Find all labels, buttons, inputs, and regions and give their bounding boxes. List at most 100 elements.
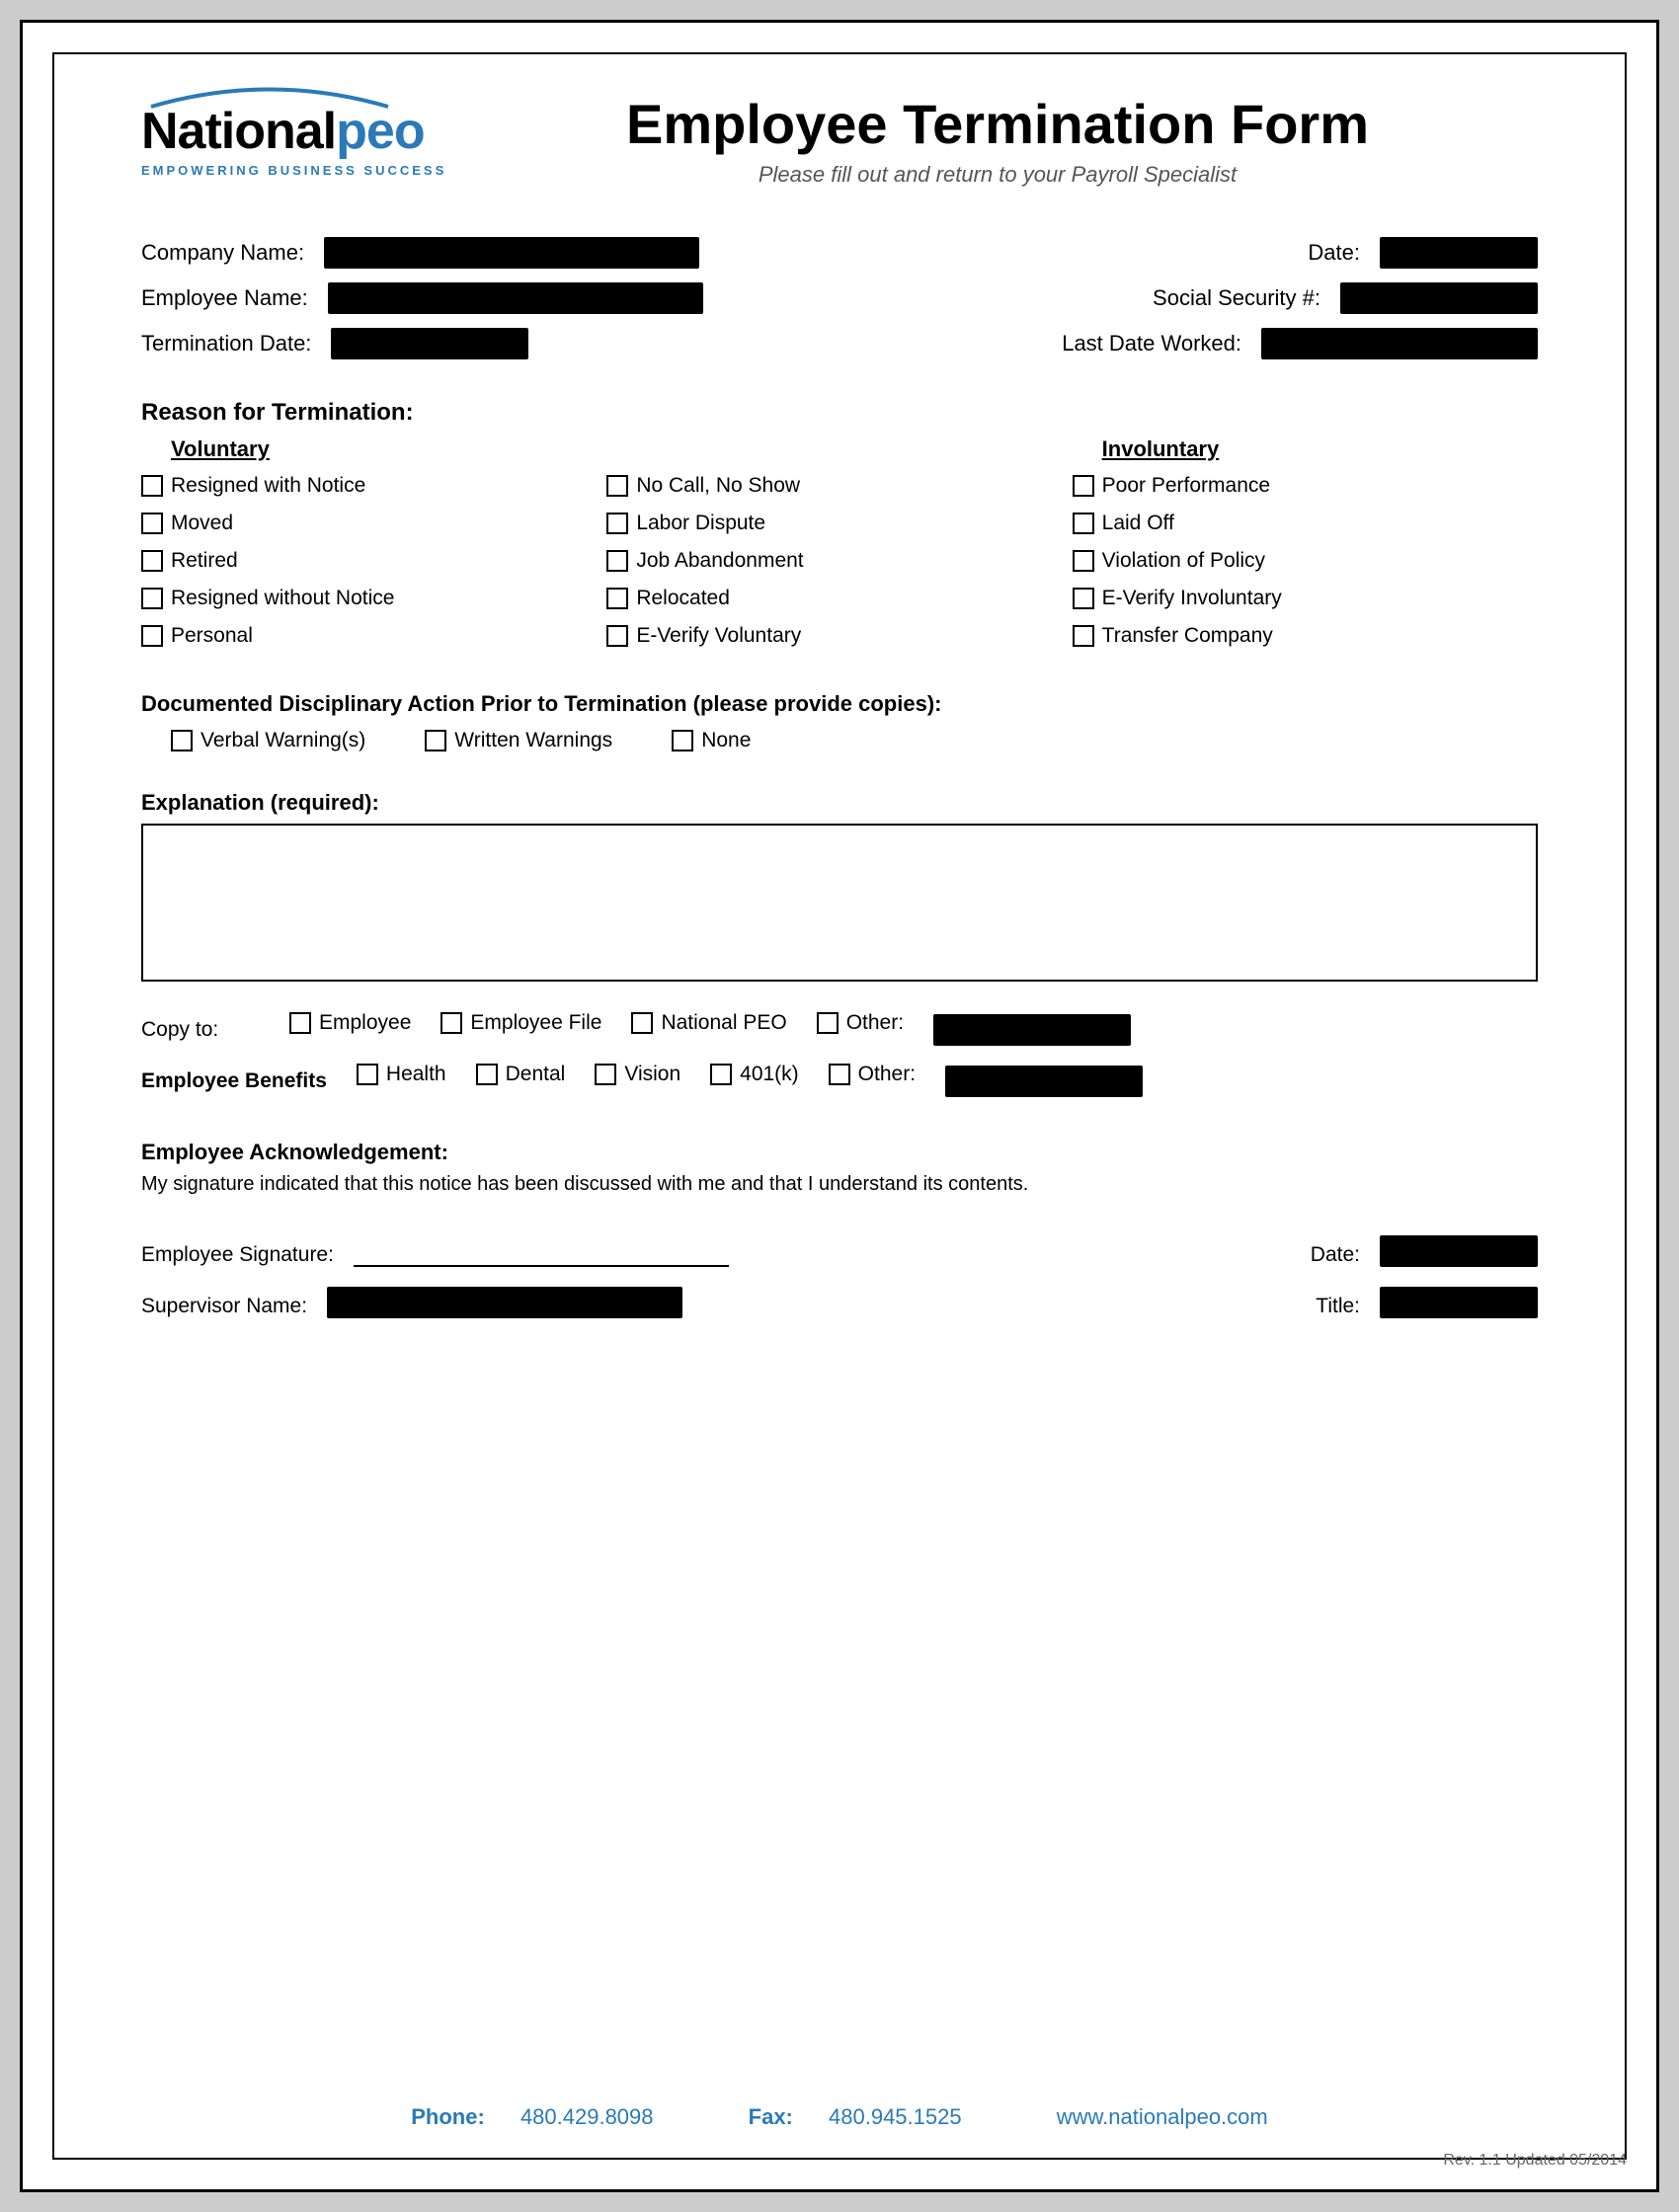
logo-peo: peo [336,102,424,161]
cb-dental[interactable]: Dental [476,1063,566,1086]
cb-no-call[interactable]: No Call, No Show [606,474,1072,498]
checkbox-retired-icon[interactable] [141,550,163,572]
cb-health[interactable]: Health [357,1063,446,1086]
copy-other-value[interactable] [933,1014,1131,1046]
revision-text: Rev. 1.1 Updated 05/2014 [1443,2152,1627,2170]
disciplinary-checks: Verbal Warning(s) Written Warnings None [141,729,1538,766]
termination-lastdate-row: Termination Date: Last Date Worked: [141,328,1538,359]
employee-name-value[interactable] [328,282,703,314]
checkbox-national-peo-icon[interactable] [631,1012,653,1034]
cb-benefits-other-label: Other: [858,1063,916,1086]
checkbox-health-icon[interactable] [357,1064,378,1085]
cb-everify-vol-label: E-Verify Voluntary [636,624,801,648]
cb-moved[interactable]: Moved [141,512,606,535]
cb-transfer-label: Transfer Company [1102,624,1273,648]
title-value[interactable] [1380,1287,1538,1318]
cb-transfer-company[interactable]: Transfer Company [1073,624,1538,648]
employee-sig-line[interactable] [354,1239,729,1267]
cb-employee-label: Employee [319,1011,411,1035]
checkbox-poor-performance-icon[interactable] [1073,475,1094,497]
sig-date-value[interactable] [1380,1235,1538,1267]
cb-verbal-warning[interactable]: Verbal Warning(s) [171,729,365,752]
cb-national-peo[interactable]: National PEO [631,1011,786,1035]
cb-vision-label: Vision [624,1063,680,1086]
cb-job-abandonment[interactable]: Job Abandonment [606,549,1072,573]
cb-poor-performance[interactable]: Poor Performance [1073,474,1538,498]
checkbox-transfer-icon[interactable] [1073,625,1094,647]
checkbox-copy-other-icon[interactable] [817,1012,839,1034]
cb-resigned-no-notice[interactable]: Resigned without Notice [141,587,606,610]
copy-to-row: Copy to: Employee Employee File National… [141,1011,1538,1049]
cb-laid-off[interactable]: Laid Off [1073,512,1538,535]
disciplinary-section: Documented Disciplinary Action Prior to … [141,691,1538,766]
supervisor-value[interactable] [327,1287,682,1318]
cb-written-warnings[interactable]: Written Warnings [425,729,612,752]
cb-retired[interactable]: Retired [141,549,606,573]
cb-relocated[interactable]: Relocated [606,587,1072,610]
employee-sig-label: Employee Signature: [141,1243,334,1267]
benefits-other-value[interactable] [945,1066,1143,1097]
checkbox-401k-icon[interactable] [710,1064,732,1085]
checkbox-resigned-no-notice-icon[interactable] [141,588,163,609]
checkbox-relocated-icon[interactable] [606,588,628,609]
voluntary-col1: Voluntary Resigned with Notice Moved Ret… [141,436,606,662]
last-date-worked-value[interactable] [1261,328,1538,359]
cb-benefits-other[interactable]: Other: [829,1063,916,1086]
checkbox-job-abandonment-icon[interactable] [606,550,628,572]
cb-moved-label: Moved [171,512,233,535]
cb-employee[interactable]: Employee [289,1011,411,1035]
checkbox-labor-dispute-icon[interactable] [606,513,628,534]
explanation-box[interactable] [141,824,1538,982]
logo-box: National peo Empowering Business Success [141,82,457,178]
checkbox-dental-icon[interactable] [476,1064,498,1085]
cb-401k[interactable]: 401(k) [710,1063,799,1086]
page: National peo Empowering Business Success… [20,20,1659,2192]
company-name-value[interactable] [324,237,699,269]
cb-retired-label: Retired [171,549,238,573]
cb-health-label: Health [386,1063,446,1086]
checkbox-personal-icon[interactable] [141,625,163,647]
checkbox-resigned-notice-icon[interactable] [141,475,163,497]
cb-violation-label: Violation of Policy [1102,549,1265,573]
fax-group: Fax: 480.945.1525 [749,2104,998,2129]
cb-violation-policy[interactable]: Violation of Policy [1073,549,1538,573]
logo-area: National peo Empowering Business Success [141,82,457,178]
cb-resigned-notice[interactable]: Resigned with Notice [141,474,606,498]
cb-employee-file-label: Employee File [470,1011,601,1035]
checkbox-employee-file-icon[interactable] [440,1012,462,1034]
involuntary-col: Involuntary Poor Performance Laid Off Vi… [1073,436,1538,662]
termination-date-value[interactable] [331,328,528,359]
checkbox-everify-vol-icon[interactable] [606,625,628,647]
date-value[interactable] [1380,237,1538,269]
cb-labor-dispute-label: Labor Dispute [636,512,765,535]
checkbox-none-icon[interactable] [672,730,693,751]
cb-personal[interactable]: Personal [141,624,606,648]
checkbox-no-call-icon[interactable] [606,475,628,497]
checkbox-violation-icon[interactable] [1073,550,1094,572]
checkbox-moved-icon[interactable] [141,513,163,534]
benefits-label: Employee Benefits [141,1069,327,1093]
checkbox-employee-icon[interactable] [289,1012,311,1034]
cb-copy-other[interactable]: Other: [817,1011,904,1035]
cb-none[interactable]: None [672,729,751,752]
checkbox-laid-off-icon[interactable] [1073,513,1094,534]
cb-vision[interactable]: Vision [595,1063,680,1086]
cb-everify-voluntary[interactable]: E-Verify Voluntary [606,624,1072,648]
footer-contact: Phone: 480.429.8098 Fax: 480.945.1525 ww… [23,2104,1656,2130]
checkbox-vision-icon[interactable] [595,1064,616,1085]
checkbox-verbal-icon[interactable] [171,730,193,751]
cb-employee-file[interactable]: Employee File [440,1011,601,1035]
cb-everify-inv[interactable]: E-Verify Involuntary [1073,587,1538,610]
explanation-label: Explanation (required): [141,790,1538,816]
cb-labor-dispute[interactable]: Labor Dispute [606,512,1072,535]
benefits-row: Employee Benefits Health Dental Vision 4… [141,1063,1538,1100]
checkbox-benefits-other-icon[interactable] [829,1064,850,1085]
acknowledgement-section: Employee Acknowledgement: My signature i… [141,1140,1538,1196]
date-label: Date: [1308,240,1360,266]
ack-text: My signature indicated that this notice … [141,1173,1538,1196]
sig-date-label: Date: [1311,1243,1360,1267]
ssn-value[interactable] [1340,282,1538,314]
checkbox-everify-inv-icon[interactable] [1073,588,1094,609]
checkbox-written-icon[interactable] [425,730,446,751]
cb-none-label: None [701,729,751,752]
